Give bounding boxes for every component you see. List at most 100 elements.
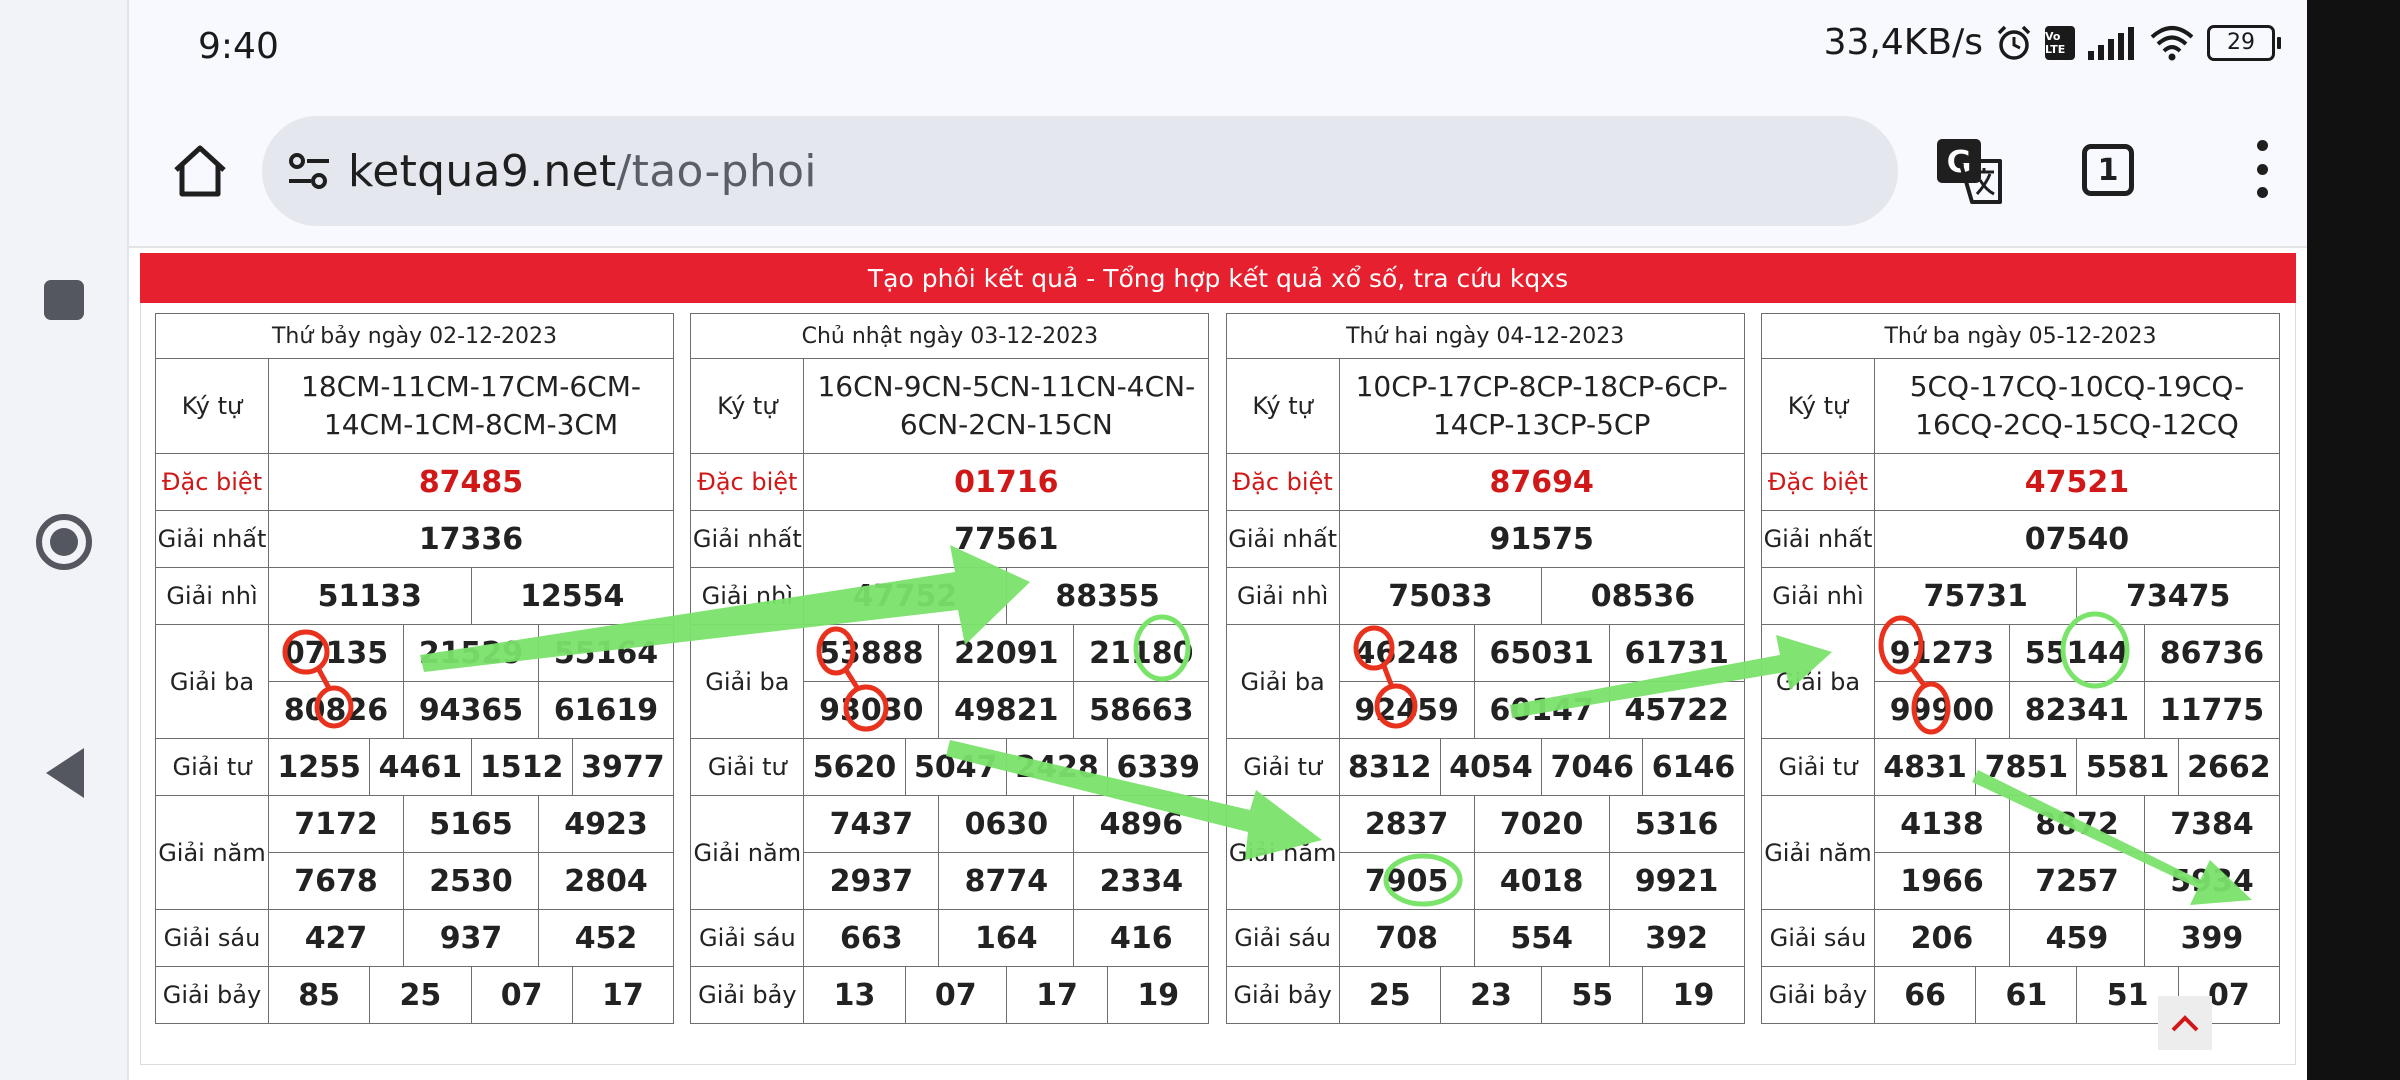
label-fourth: Giải tư bbox=[690, 738, 805, 796]
fifth-prize-value: 2334 bbox=[1073, 852, 1210, 910]
label-third: Giải ba bbox=[155, 624, 269, 739]
third-prize-value: 55164 bbox=[538, 624, 674, 682]
third-prize-value: 80826 bbox=[268, 681, 404, 739]
fifth-prize-value: 8774 bbox=[938, 852, 1075, 910]
fourth-prize-value: 5620 bbox=[803, 738, 906, 796]
fifth-prize-value: 5934 bbox=[2143, 852, 2280, 910]
third-prize-value: 22091 bbox=[938, 624, 1075, 682]
kytu-value: 16CN-9CN-5CN-11CN-4CN-6CN-2CN-15CN bbox=[803, 358, 1210, 454]
tabs-count: 1 bbox=[2097, 152, 2119, 188]
recents-button[interactable] bbox=[0, 278, 127, 322]
fifth-prize-value: 2804 bbox=[538, 852, 674, 910]
fourth-prize-value: 4461 bbox=[369, 738, 472, 796]
translate-icon: G bbox=[1937, 139, 2002, 204]
label-fifth: Giải năm bbox=[690, 795, 805, 910]
fourth-prize-value: 8312 bbox=[1338, 738, 1441, 796]
third-prize-value: 58663 bbox=[1073, 681, 1210, 739]
label-seventh: Giải bảy bbox=[1225, 966, 1340, 1024]
seventh-prize-value: 25 bbox=[369, 966, 472, 1024]
translate-button[interactable]: G bbox=[1934, 136, 2004, 206]
fifth-prize-value: 2937 bbox=[803, 852, 940, 910]
sixth-prize-value: 452 bbox=[538, 909, 674, 967]
result-tables: Thứ bảy ngày 02-12-2023 Ký tự 18CM-11CM-17… bbox=[155, 313, 2280, 1024]
seventh-prize-value: 17 bbox=[571, 966, 675, 1024]
seventh-prize-value: 23 bbox=[1439, 966, 1543, 1024]
seventh-prize-value: 17 bbox=[1005, 966, 1109, 1024]
system-nav-rail bbox=[0, 0, 129, 1080]
seventh-prize-value: 85 bbox=[267, 966, 371, 1024]
fifth-prize-value: 7020 bbox=[1473, 795, 1610, 853]
third-prize-value: 86736 bbox=[2143, 624, 2280, 682]
signal-icon bbox=[2088, 26, 2134, 60]
wifi-icon bbox=[2150, 25, 2194, 60]
fifth-prize-value: 5165 bbox=[403, 795, 539, 853]
recents-icon bbox=[43, 280, 84, 320]
third-prize-value: 92459 bbox=[1338, 681, 1475, 739]
table-date: Thứ ba ngày 05-12-2023 bbox=[1760, 313, 2280, 359]
back-nav-button[interactable] bbox=[0, 746, 127, 800]
label-special: Đặc biệt bbox=[1225, 453, 1340, 511]
status-bar: 9:40 33,4KB/s Vo LTE 29 bbox=[129, 0, 2307, 96]
sixth-prize-value: 663 bbox=[803, 909, 940, 967]
result-table: Chủ nhật ngày 03-12-2023 Ký tự 16CN-9CN-5C… bbox=[690, 313, 1210, 1024]
label-sixth: Giải sáu bbox=[1225, 909, 1340, 967]
scroll-to-top-button[interactable] bbox=[2158, 996, 2212, 1050]
third-prize-value: 53888 bbox=[803, 624, 940, 682]
fourth-prize-value: 2428 bbox=[1005, 738, 1109, 796]
fifth-prize-value: 7905 bbox=[1338, 852, 1475, 910]
kytu-value: 10CP-17CP-8CP-18CP-6CP-14CP-13CP-5CP bbox=[1338, 358, 1745, 454]
first-prize-value: 77561 bbox=[803, 510, 1210, 568]
second-prize-value: 51133 bbox=[268, 567, 472, 625]
fourth-prize-value: 6146 bbox=[1642, 738, 1745, 796]
fourth-prize-value: 7851 bbox=[1975, 738, 2078, 796]
table-date: Thứ bảy ngày 02-12-2023 bbox=[155, 313, 674, 359]
right-edge-strip bbox=[2307, 0, 2400, 1080]
third-prize-value: 21180 bbox=[1073, 624, 1210, 682]
label-fifth: Giải năm bbox=[1225, 795, 1340, 910]
home-nav-button[interactable] bbox=[0, 512, 127, 572]
fifth-prize-value: 1966 bbox=[1873, 852, 2010, 910]
label-third: Giải ba bbox=[1225, 624, 1340, 739]
label-fourth: Giải tư bbox=[1760, 738, 1875, 796]
special-prize-value: 01716 bbox=[803, 453, 1210, 511]
label-second: Giải nhì bbox=[1760, 567, 1875, 625]
second-prize-value: 75731 bbox=[1873, 567, 2078, 625]
sixth-prize-value: 459 bbox=[2008, 909, 2145, 967]
fifth-prize-value: 7384 bbox=[2143, 795, 2280, 853]
third-prize-value: 45722 bbox=[1608, 681, 1745, 739]
second-prize-value: 12554 bbox=[470, 567, 674, 625]
label-kytu: Ký tự bbox=[1760, 358, 1875, 454]
fifth-prize-value: 8872 bbox=[2008, 795, 2145, 853]
second-prize-value: 75033 bbox=[1338, 567, 1543, 625]
second-prize-value: 08536 bbox=[1541, 567, 1745, 625]
tabs-button[interactable]: 1 bbox=[2082, 144, 2134, 196]
label-sixth: Giải sáu bbox=[1760, 909, 1875, 967]
special-prize-value: 87694 bbox=[1338, 453, 1745, 511]
second-prize-value: 88355 bbox=[1005, 567, 1210, 625]
kytu-value: 18CM-11CM-17CM-6CM-14CM-1CM-8CM-3CM bbox=[268, 358, 674, 454]
fifth-prize-value: 2837 bbox=[1338, 795, 1475, 853]
page-banner: Tạo phôi kết quả - Tổng hợp kết quả xổ s… bbox=[140, 253, 2296, 303]
more-menu-button[interactable] bbox=[2237, 134, 2287, 204]
fourth-prize-value: 5047 bbox=[904, 738, 1007, 796]
status-time: 9:40 bbox=[198, 26, 279, 67]
table-date: Thứ hai ngày 04-12-2023 bbox=[1225, 313, 1745, 359]
label-special: Đặc biệt bbox=[155, 453, 269, 511]
sixth-prize-value: 399 bbox=[2143, 909, 2280, 967]
fifth-prize-value: 7678 bbox=[268, 852, 404, 910]
sixth-prize-value: 206 bbox=[1873, 909, 2010, 967]
browser-home-button[interactable] bbox=[165, 136, 235, 206]
sixth-prize-value: 416 bbox=[1073, 909, 1210, 967]
seventh-prize-value: 19 bbox=[1642, 966, 1745, 1024]
back-triangle-icon bbox=[45, 748, 84, 798]
label-third: Giải ba bbox=[1760, 624, 1875, 739]
seventh-prize-value: 07 bbox=[904, 966, 1007, 1024]
third-prize-value: 61731 bbox=[1608, 624, 1745, 682]
home-icon bbox=[174, 145, 226, 197]
site-settings-icon[interactable] bbox=[284, 146, 334, 196]
address-bar[interactable]: ketqua9.net/tao-phoi bbox=[262, 116, 1898, 226]
fifth-prize-value: 4923 bbox=[538, 795, 674, 853]
fifth-prize-value: 7437 bbox=[803, 795, 940, 853]
label-fifth: Giải năm bbox=[1760, 795, 1875, 910]
url-path: /tao-phoi bbox=[616, 145, 817, 197]
